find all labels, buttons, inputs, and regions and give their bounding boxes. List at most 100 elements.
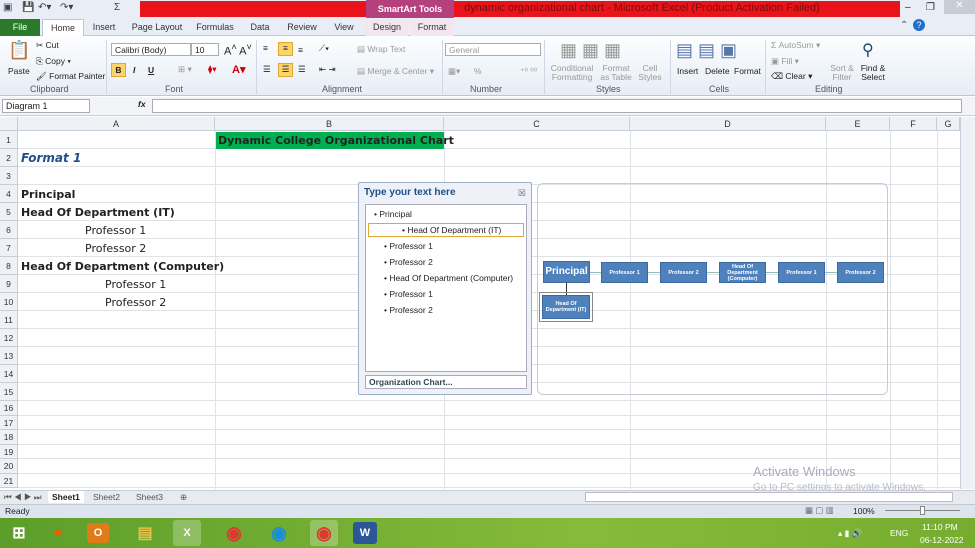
sheet-tab-3[interactable]: Sheet3	[136, 492, 163, 502]
tray-icons[interactable]: ▴ ▮ 🔊	[838, 528, 862, 539]
column-header-a[interactable]: A	[18, 117, 215, 131]
save-icon[interactable]: 💾	[22, 2, 34, 13]
row-header[interactable]: 20	[0, 459, 18, 474]
row-header[interactable]: 13	[0, 347, 18, 365]
name-box[interactable]: Diagram 1	[2, 99, 90, 113]
cell-a8[interactable]: Head Of Department (Computer)	[21, 260, 224, 273]
cell-a5[interactable]: Head Of Department (IT)	[21, 206, 175, 219]
cell-a2[interactable]: Format 1	[21, 151, 81, 165]
insert-sheet-icon[interactable]: ⊕	[180, 492, 187, 503]
tab-page-layout[interactable]: Page Layout	[128, 19, 186, 36]
autosum-button[interactable]: Σ AutoSum ▾	[771, 40, 820, 51]
cell-styles-button[interactable]: Cell Styles	[636, 64, 664, 82]
restore-button[interactable]: ❐	[926, 2, 935, 13]
format-painter-button[interactable]: 🖌 Format Painter	[36, 71, 105, 82]
row-header[interactable]: 3	[0, 167, 18, 185]
outlook-icon[interactable]: O	[87, 523, 109, 543]
clear-button[interactable]: ⌫ Clear ▾	[771, 71, 812, 82]
pane-item-selected[interactable]: • Head Of Department (IT)	[368, 223, 524, 237]
pane-item[interactable]: • Professor 2	[384, 305, 433, 315]
formula-input[interactable]	[152, 99, 962, 113]
row-header[interactable]: 21	[0, 473, 18, 488]
format-cells-button[interactable]: Format	[734, 66, 761, 76]
row-header[interactable]: 15	[0, 383, 18, 401]
number-format-dropdown[interactable]: General	[445, 43, 541, 56]
row-header[interactable]: 11	[0, 311, 18, 329]
cell-a7[interactable]: Professor 2	[85, 242, 146, 255]
column-header-c[interactable]: C	[444, 117, 630, 131]
file-explorer-icon[interactable]: ▤	[131, 520, 159, 546]
fill-button[interactable]: ▣ Fill ▾	[771, 56, 799, 67]
tab-file[interactable]: File	[0, 19, 40, 36]
italic-button[interactable]: I	[133, 65, 135, 75]
bold-button[interactable]: B	[111, 63, 126, 77]
node-professor[interactable]: Professor 1	[601, 262, 648, 283]
tab-view[interactable]: View	[330, 19, 358, 36]
clock-time[interactable]: 11:10 PM	[922, 522, 958, 532]
percent-button[interactable]: %	[474, 66, 482, 76]
paste-icon[interactable]: 📋	[8, 40, 30, 61]
insert-cells-button[interactable]: Insert	[677, 66, 698, 76]
tab-review[interactable]: Review	[284, 19, 320, 36]
cut-button[interactable]: ✂ Cut	[36, 40, 59, 51]
tab-insert[interactable]: Insert	[88, 19, 120, 36]
zoom-level[interactable]: 100%	[853, 506, 875, 516]
cell-a10[interactable]: Professor 2	[105, 296, 166, 309]
column-header-b[interactable]: B	[215, 117, 444, 131]
align-center-icon[interactable]: ☰	[278, 63, 293, 77]
cell-a6[interactable]: Professor 1	[85, 224, 146, 237]
cell-a4[interactable]: Principal	[21, 188, 75, 201]
redo-icon[interactable]: ↷▾	[60, 2, 73, 13]
pane-item[interactable]: • Head Of Department (Computer)	[384, 273, 513, 283]
help-icon[interactable]: ?	[913, 19, 925, 31]
node-head-computer[interactable]: Head Of Department (Computer)	[719, 262, 766, 283]
minimize-button[interactable]: –	[905, 2, 911, 13]
sheet-tab-2[interactable]: Sheet2	[93, 492, 120, 502]
chrome-profile-icon[interactable]: ◉	[310, 520, 338, 546]
format-as-table-button[interactable]: Format as Table	[598, 64, 634, 82]
sheet-nav-icons[interactable]: ⏮ ◀ ▶ ⏭	[4, 492, 42, 503]
borders-icon[interactable]: ⊞ ▾	[178, 64, 192, 75]
fill-color-icon[interactable]: ⧫▾	[208, 64, 216, 75]
pane-item[interactable]: • Professor 1	[384, 241, 433, 251]
font-size-dropdown[interactable]: 10	[191, 43, 219, 56]
tab-design[interactable]: Design	[366, 19, 408, 36]
pane-item[interactable]: • Principal	[374, 209, 412, 219]
start-icon[interactable]: ⊞	[5, 520, 33, 546]
row-header[interactable]: 7	[0, 239, 18, 257]
tab-data[interactable]: Data	[246, 19, 274, 36]
orientation-icon[interactable]: ⟋▾	[319, 43, 329, 54]
conditional-formatting-button[interactable]: Conditional Formatting	[550, 64, 594, 82]
cell-b1[interactable]: Dynamic College Organizational Chart	[216, 132, 454, 149]
align-bottom-icon[interactable]: ≡	[298, 45, 303, 55]
fx-icon[interactable]: fx	[138, 99, 146, 109]
font-name-dropdown[interactable]: Calibri (Body)	[111, 43, 191, 56]
row-header[interactable]: 6	[0, 221, 18, 239]
find-select-button[interactable]: Find & Select	[858, 64, 888, 82]
column-header-f[interactable]: F	[890, 117, 937, 131]
column-header-e[interactable]: E	[826, 117, 890, 131]
firefox-icon[interactable]: ●	[44, 520, 72, 546]
merge-center-button[interactable]: ▤ Merge & Center ▾	[357, 66, 434, 77]
node-head-it-selected[interactable]: Head Of Department (IT)	[539, 292, 593, 322]
column-header-g[interactable]: G	[937, 117, 960, 131]
decimal-icons[interactable]: ⁺⁰ ⁰⁰	[520, 66, 537, 77]
align-top-icon[interactable]: ≡	[263, 43, 268, 53]
row-header[interactable]: 9	[0, 275, 18, 293]
node-principal[interactable]: Principal	[543, 261, 590, 283]
row-header[interactable]: 4	[0, 185, 18, 203]
row-header[interactable]: 17	[0, 415, 18, 430]
align-left-icon[interactable]: ☰	[263, 64, 271, 75]
node-professor[interactable]: Professor 1	[778, 262, 825, 283]
language-indicator[interactable]: ENG	[890, 528, 908, 538]
close-button[interactable]: ✕	[944, 0, 975, 14]
row-header[interactable]: 1	[0, 131, 18, 149]
row-header[interactable]: 10	[0, 293, 18, 311]
cell-a9[interactable]: Professor 1	[105, 278, 166, 291]
delete-cells-button[interactable]: Delete	[705, 66, 730, 76]
row-header[interactable]: 8	[0, 257, 18, 275]
row-header[interactable]: 18	[0, 430, 18, 445]
copy-button[interactable]: ⎘ Copy ▾	[36, 56, 71, 67]
chrome-icon[interactable]: ◉	[220, 520, 248, 546]
row-header[interactable]: 14	[0, 365, 18, 383]
